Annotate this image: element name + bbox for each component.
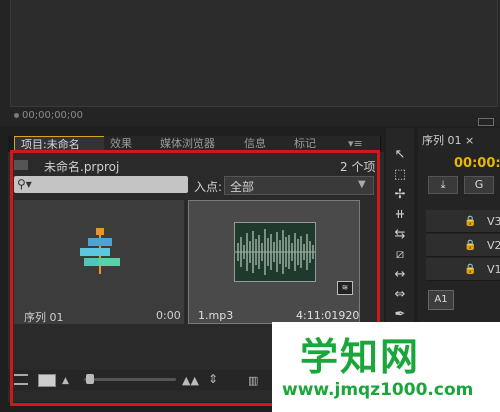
watermark-url: www.jmqz1000.com bbox=[282, 380, 474, 400]
slide-tool-icon[interactable]: ⇔ bbox=[390, 286, 410, 304]
audio-track-target-a1[interactable]: A1 bbox=[428, 290, 454, 310]
tab-info[interactable]: 信息 bbox=[238, 136, 295, 151]
link-button[interactable]: G bbox=[464, 176, 494, 194]
track-label-v3: V3 bbox=[487, 215, 500, 228]
snap-button[interactable]: ⤓ bbox=[428, 176, 458, 194]
track-select-tool-icon[interactable]: ⬚ bbox=[390, 166, 410, 184]
ripple-edit-tool-icon[interactable]: ✢ bbox=[390, 186, 410, 204]
tab-effects[interactable]: 效果 bbox=[104, 136, 161, 151]
monitor-timecode-text: 00;00;00;00 bbox=[22, 110, 84, 121]
timeline-timecode[interactable]: 00:00:0 bbox=[454, 156, 500, 171]
tab-markers[interactable]: 标记 bbox=[288, 136, 345, 151]
watermark-text: 学知网 bbox=[300, 335, 421, 379]
lock-icon[interactable]: 🔒 bbox=[464, 264, 476, 275]
lock-icon[interactable]: 🔒 bbox=[464, 240, 476, 251]
timeline-tab[interactable]: 序列 01 × bbox=[422, 132, 474, 148]
monitor-timecode: 00;00;00;00 bbox=[14, 110, 83, 121]
selection-tool-icon[interactable]: ↖ bbox=[390, 146, 410, 164]
tab-media-browser[interactable]: 媒体浏览器 bbox=[154, 136, 243, 151]
monitor-resize-handle[interactable] bbox=[478, 118, 494, 126]
rolling-edit-tool-icon[interactable]: ⧺ bbox=[390, 206, 410, 224]
razor-tool-icon[interactable]: ⧄ bbox=[390, 246, 410, 264]
track-label-v2: V2 bbox=[487, 239, 500, 252]
monitor-viewport bbox=[10, 0, 498, 107]
lock-icon[interactable]: 🔒 bbox=[464, 216, 476, 227]
rate-stretch-tool-icon[interactable]: ⇆ bbox=[390, 226, 410, 244]
slip-tool-icon[interactable]: ↔ bbox=[390, 266, 410, 284]
track-label-v1: V1 bbox=[487, 263, 500, 276]
panel-menu-button[interactable]: ▾≡ bbox=[342, 136, 381, 151]
